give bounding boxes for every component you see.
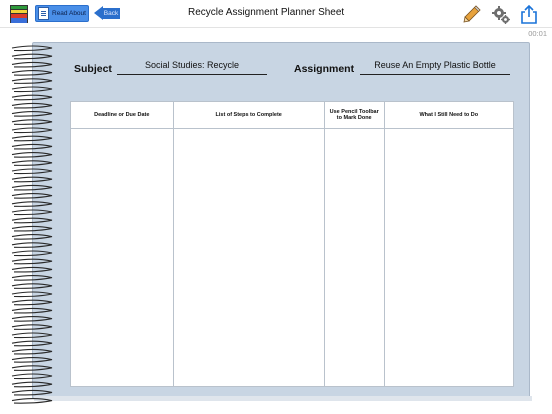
column-still-to-do[interactable]: What I Still Need to Do [384,102,513,386]
column-header: Deadline or Due Date [71,102,173,129]
share-icon[interactable] [520,4,538,24]
planner-table: Deadline or Due Date List of Steps to Co… [70,101,514,387]
page-shadow [34,396,532,401]
toolbar: Read About Back Recycle Assignment Plann… [0,0,552,28]
column-header: List of Steps to Complete [173,102,324,129]
assignment-label: Assignment [294,63,355,75]
column-mark-done[interactable]: Use Pencil Toolbar to Mark Done [324,102,385,386]
read-about-button[interactable]: Read About [35,5,89,22]
back-label: Back [102,8,120,19]
menu-icon[interactable] [10,5,28,23]
column-header: Use Pencil Toolbar to Mark Done [324,102,384,129]
column-header: What I Still Need to Do [384,102,513,129]
subject-field[interactable]: Social Studies: Recycle [117,60,267,70]
timer: 00:01 [528,29,547,38]
spiral-binding [11,45,53,404]
gear-icon[interactable] [491,5,511,25]
subject-underline [117,74,267,75]
read-about-label: Read About [52,10,86,17]
pencil-icon[interactable] [463,5,481,23]
assignment-field[interactable]: Reuse An Empty Plastic Bottle [360,60,510,70]
subject-label: Subject [74,63,112,75]
document-icon [38,7,49,20]
back-button[interactable]: Back [94,6,120,21]
planner-page: Subject Social Studies: Recycle Assignme… [32,42,530,399]
assignment-underline [360,74,510,75]
page-title: Recycle Assignment Planner Sheet [188,7,345,18]
column-deadline[interactable]: Deadline or Due Date [71,102,174,386]
column-steps[interactable]: List of Steps to Complete [173,102,325,386]
